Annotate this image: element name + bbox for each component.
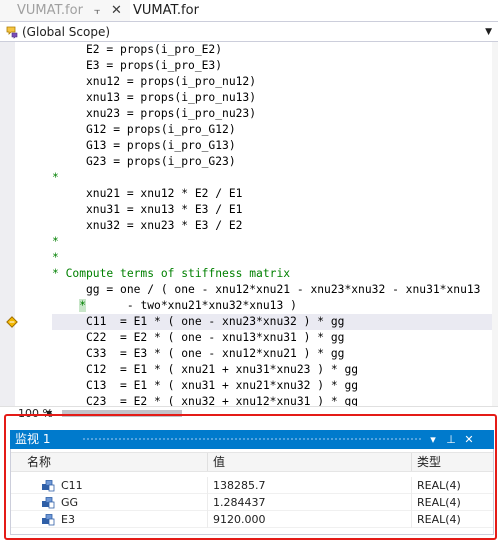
column-type-header[interactable]: 类型 [417,453,441,471]
watch-value[interactable]: 1.284437 [213,494,266,511]
watch-panel-title: 监视 1 [15,432,51,446]
code-line[interactable]: xnu32 = xnu23 * E3 / E2 [52,218,242,234]
watch-row[interactable]: GG 1.284437 REAL(4) [11,494,493,511]
scope-icon [6,26,18,39]
chevron-down-icon: ▼ [485,27,492,37]
column-divider[interactable] [207,453,208,471]
close-icon[interactable]: ✕ [111,0,122,21]
tab-label: VUMAT.for [133,3,199,18]
pin-icon[interactable]: ⊥ [444,430,458,449]
editor-statusbar: 100 % ▼ [0,406,498,420]
code-line[interactable]: C22 = E2 * ( one - xnu13*xnu31 ) * gg [52,330,344,346]
watch-name: GG [61,496,79,509]
code-line[interactable]: C11 = E1 * ( one - xnu23*xnu32 ) * gg [52,314,492,330]
code-line[interactable]: xnu13 = props(i_pro_nu13) [52,90,256,106]
cell-divider [411,511,412,528]
cell-divider [411,477,412,494]
code-line[interactable]: * Compute terms of stiffness matrix [52,266,290,282]
scope-label: (Global Scope) [22,25,111,39]
code-line[interactable]: C12 = E1 * ( xnu21 + xnu31*xnu23 ) * gg [52,362,358,378]
pin-icon[interactable]: ⫟ [94,0,101,21]
watch-row[interactable]: C11 138285.7 REAL(4) [11,477,493,494]
watch-panel-header: 监视 1 ▾ ⊥ ✕ [10,430,494,449]
breakpoint-arrow-icon[interactable] [6,316,18,328]
code-editor[interactable]: E2 = props(i_pro_E2) E3 = props(i_pro_E3… [0,42,498,406]
code-line[interactable]: C23 = E2 * ( xnu32 + xnu12*xnu31 ) * gg [52,394,358,406]
watch-name: C11 [61,479,83,492]
cell-divider [207,511,208,528]
scope-dropdown[interactable]: (Global Scope) ▼ [0,22,498,42]
column-value-header[interactable]: 值 [213,453,225,471]
close-icon[interactable]: ✕ [462,430,476,449]
vertical-scrollbar[interactable] [492,42,498,406]
code-line[interactable]: * [52,234,59,250]
code-line[interactable]: * [52,170,59,186]
watch-type: REAL(4) [417,496,461,509]
code-line[interactable]: xnu31 = xnu13 * E3 / E1 [52,202,242,218]
watch-column-headers: 名称 值 类型 [11,452,493,472]
indicator-margin[interactable] [0,42,15,406]
code-line[interactable]: xnu23 = props(i_pro_nu23) [52,106,256,122]
code-line[interactable]: * - two*xnu21*xnu32*xnu13 ) [52,298,297,314]
title-grip[interactable] [82,437,422,442]
watch-type: REAL(4) [417,513,461,526]
code-lines[interactable]: E2 = props(i_pro_E2) E3 = props(i_pro_E3… [52,42,492,406]
cell-divider [411,494,412,511]
continuation-marker: * [79,299,87,312]
cell-divider [207,477,208,494]
code-line[interactable]: G13 = props(i_pro_G13) [52,138,236,154]
code-line[interactable]: gg = one / ( one - xnu12*xnu21 - xnu23*x… [52,282,480,298]
column-divider[interactable] [411,453,412,471]
variable-icon [42,497,55,509]
horizontal-scrollbar-thumb[interactable] [62,410,182,417]
code-line[interactable]: E3 = props(i_pro_E3) [52,58,222,74]
watch-row[interactable]: E3 9120.000 REAL(4) [11,511,493,528]
code-line[interactable]: G23 = props(i_pro_G23) [52,154,236,170]
cell-divider [207,494,208,511]
variable-icon [42,480,55,492]
variable-icon [42,514,55,526]
code-line[interactable]: xnu12 = props(i_pro_nu12) [52,74,256,90]
zoom-dropdown-icon[interactable]: ▼ [46,407,52,420]
watch-name: E3 [61,513,75,526]
document-tab-strip: VUMAT.for ⫟ ✕ VUMAT.for [0,0,498,21]
code-line[interactable]: xnu21 = xnu12 * E2 / E1 [52,186,242,202]
watch-value[interactable]: 138285.7 [213,477,266,494]
code-line[interactable]: C33 = E3 * ( one - xnu12*xnu21 ) * gg [52,346,344,362]
code-line[interactable]: * [52,250,59,266]
window-options-icon[interactable]: ▾ [426,430,440,449]
code-line[interactable]: C13 = E1 * ( xnu31 + xnu21*xnu32 ) * gg [52,378,358,394]
watch-value[interactable]: 9120.000 [213,511,266,528]
tab-label: VUMAT.for [17,3,83,18]
column-name-header[interactable]: 名称 [27,453,51,471]
watch-type: REAL(4) [417,479,461,492]
tab-vumat-active[interactable]: VUMAT.for [130,0,202,21]
watch-panel: 名称 值 类型 C11 138285.7 REAL(4) GG 1.284437 REAL… [10,449,494,535]
tab-vumat-preview[interactable]: VUMAT.for ⫟ ✕ [0,0,130,21]
code-line[interactable]: G12 = props(i_pro_G12) [52,122,236,138]
code-line[interactable]: E2 = props(i_pro_E2) [52,42,222,58]
